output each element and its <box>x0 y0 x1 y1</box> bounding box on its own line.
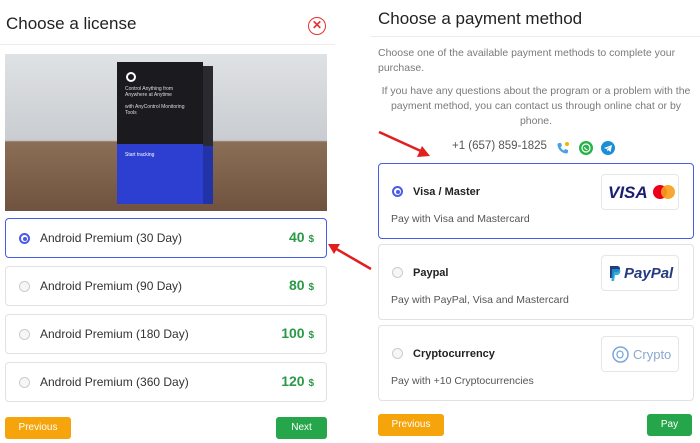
payment-option-cryptocurrency[interactable]: Cryptocurrency Pay with +10 Cryptocurren… <box>378 325 694 401</box>
license-option-label: Android Premium (180 Day) <box>40 327 189 341</box>
phone-number[interactable]: +1 (657) 859-1825 <box>452 140 547 152</box>
crypto-logo: Crypto <box>601 336 679 372</box>
license-title: Choose a license <box>6 14 137 33</box>
license-option-label: Android Premium (90 Day) <box>40 279 183 293</box>
radio-button[interactable] <box>19 329 30 340</box>
paypal-logo: PayPal <box>601 255 679 291</box>
product-logo-icon <box>126 72 136 82</box>
license-option-90-day[interactable]: Android Premium (90 Day) 80 $ <box>5 266 327 306</box>
license-option-price: 80 $ <box>288 277 314 293</box>
payment-option-visa-master[interactable]: Visa / Master Pay with Visa and Masterca… <box>378 163 694 239</box>
license-panel: Choose a license ✕ Control Anything from… <box>0 0 335 443</box>
phone-icon[interactable] <box>556 141 570 155</box>
payment-option-name: Visa / Master <box>413 186 481 198</box>
product-box-start: Start tracking <box>125 152 155 158</box>
radio-button[interactable] <box>392 186 403 197</box>
payment-option-desc: Pay with +10 Cryptocurrencies <box>391 375 534 387</box>
radio-button[interactable] <box>19 377 30 388</box>
license-option-price: 100 $ <box>281 325 314 341</box>
payment-description: Choose one of the available payment meth… <box>378 47 676 74</box>
payment-option-desc: Pay with Visa and Mastercard <box>391 213 530 225</box>
divider <box>370 36 700 37</box>
license-option-label: Android Premium (30 Day) <box>40 231 183 245</box>
license-option-30-day[interactable]: Android Premium (30 Day) 40 $ <box>5 218 327 258</box>
payment-title: Choose a payment method <box>378 9 583 28</box>
payment-option-desc: Pay with PayPal, Visa and Mastercard <box>391 294 569 306</box>
license-option-price: 120 $ <box>281 373 314 389</box>
previous-button[interactable]: Previous <box>5 417 71 439</box>
pay-button[interactable]: Pay <box>647 414 692 436</box>
close-icon[interactable]: ✕ <box>308 17 326 35</box>
checkout-screen: Choose a license ✕ Control Anything from… <box>0 0 700 443</box>
payment-option-name: Paypal <box>413 267 449 279</box>
license-option-price: 40 $ <box>288 229 314 245</box>
payment-help-text: If you have any questions about the prog… <box>381 85 691 127</box>
license-option-360-day[interactable]: Android Premium (360 Day) 120 $ <box>5 362 327 402</box>
license-option-label: Android Premium (360 Day) <box>40 375 189 389</box>
whatsapp-icon[interactable] <box>579 141 593 155</box>
license-option-180-day[interactable]: Android Premium (180 Day) 100 $ <box>5 314 327 354</box>
radio-button[interactable] <box>19 281 30 292</box>
payment-option-paypal[interactable]: Paypal Pay with PayPal, Visa and Masterc… <box>378 244 694 320</box>
payment-panel: Choose a payment method Choose one of th… <box>370 0 700 443</box>
product-image: Control Anything from Anywhere at Anytim… <box>5 54 327 211</box>
telegram-icon[interactable] <box>601 141 615 155</box>
previous-button[interactable]: Previous <box>378 414 444 436</box>
annotation-arrow-icon <box>328 244 372 271</box>
radio-button[interactable] <box>392 267 403 278</box>
product-box: Control Anything from Anywhere at Anytim… <box>117 62 213 204</box>
next-button[interactable]: Next <box>276 417 327 439</box>
radio-button[interactable] <box>392 348 403 359</box>
annotation-arrow-icon <box>378 130 430 157</box>
radio-button[interactable] <box>19 233 30 244</box>
payment-option-name: Cryptocurrency <box>413 348 495 360</box>
visa-mastercard-logo: VISA <box>601 174 679 210</box>
divider <box>0 44 335 45</box>
product-box-text: Control Anything from Anywhere at Anytim… <box>125 86 185 116</box>
